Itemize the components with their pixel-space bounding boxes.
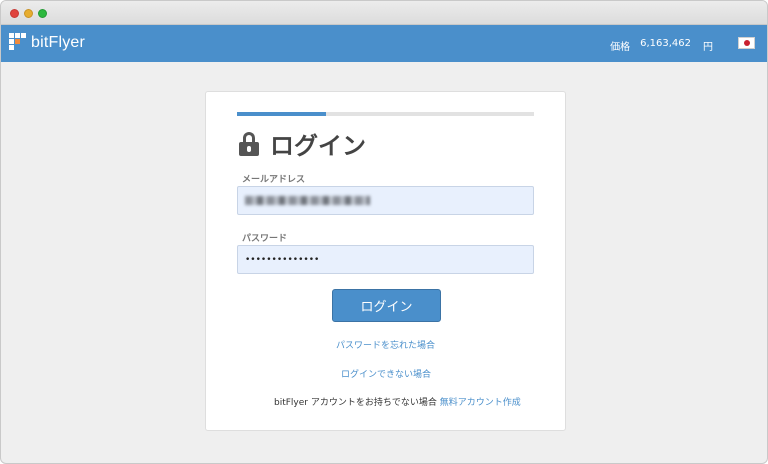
browser-window: bitFlyer 価格 6,163,462 円 ログイン メールアドレス パスワ… [0,0,768,464]
login-card: ログイン メールアドレス パスワード ログイン パスワードを忘れた場合 ログイン… [205,91,566,431]
brand-logo[interactable]: bitFlyer [9,33,85,52]
password-field[interactable] [237,245,534,274]
signup-prompt: bitFlyer アカウントをお持ちでない場合 無料アカウント作成 [274,395,521,408]
login-progress-fill [237,112,327,116]
create-account-link[interactable]: 無料アカウント作成 [440,398,521,408]
cannot-login-link[interactable]: ログインできない場合 [341,367,431,380]
lock-icon [239,131,259,156]
maximize-window-button[interactable] [38,9,47,18]
forgot-password-link[interactable]: パスワードを忘れた場合 [336,338,435,351]
price-unit: 円 [703,42,713,53]
close-window-button[interactable] [10,9,19,18]
minimize-window-button[interactable] [24,9,33,18]
brand-name: bitFlyer [31,33,86,51]
redacted-email-value [245,196,370,205]
site-header: bitFlyer 価格 6,163,462 円 [1,25,767,62]
login-heading: ログイン [239,126,366,161]
email-label: メールアドレス [242,175,306,185]
price-ticker: 価格 6,163,462 円 [610,38,713,53]
no-account-text: bitFlyer アカウントをお持ちでない場合 [274,398,437,408]
email-field[interactable] [237,186,534,215]
password-input[interactable] [245,246,533,273]
price-label: 価格 [610,42,631,53]
login-button[interactable]: ログイン [332,289,441,322]
login-progress-bar [237,112,534,116]
password-label: パスワード [242,234,288,244]
page-title: ログイン [270,132,366,160]
bitflyer-logo-icon [9,33,28,52]
title-bar [1,1,767,25]
price-value: 6,163,462 [640,38,691,49]
japan-flag-icon[interactable] [738,37,755,49]
